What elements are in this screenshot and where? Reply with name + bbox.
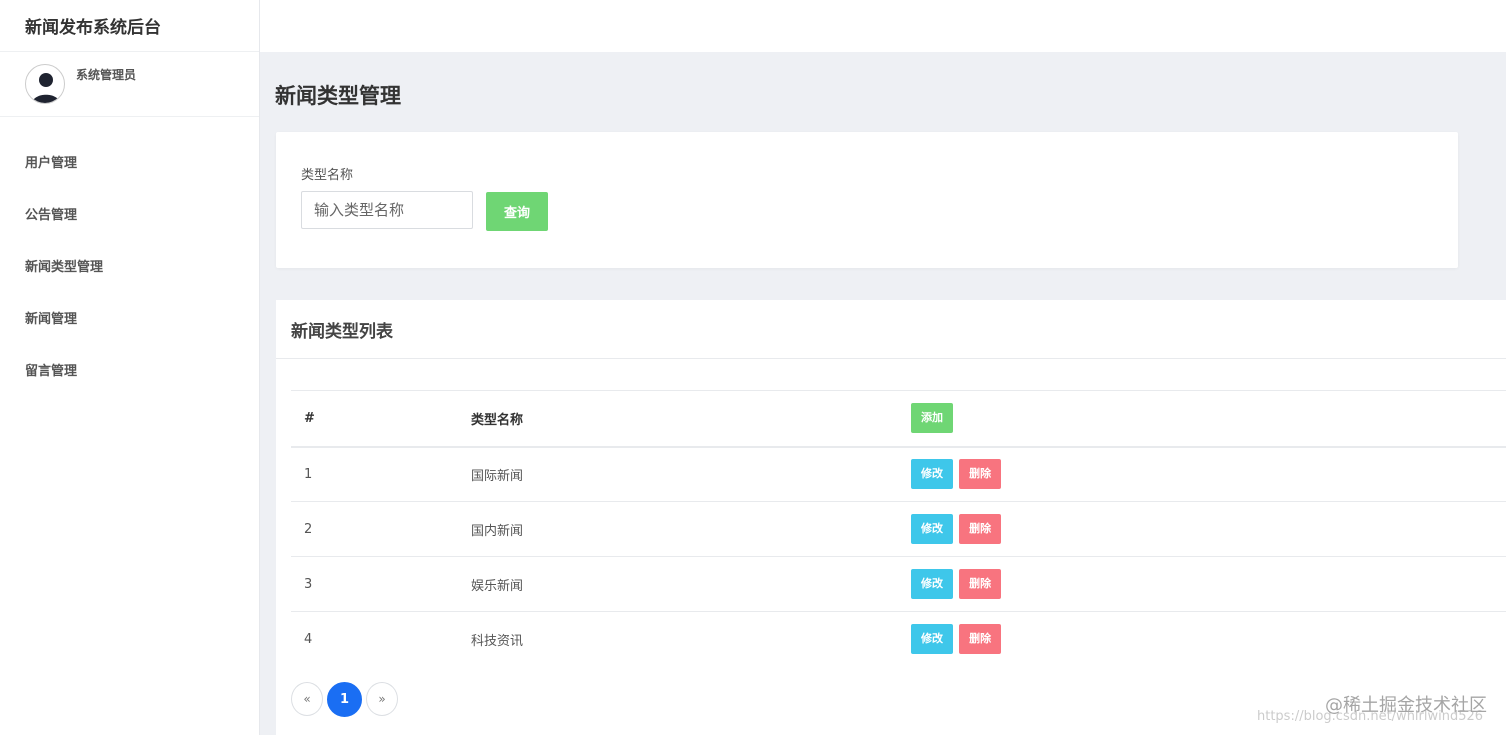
prev-page-button[interactable]: « — [291, 682, 323, 716]
sidebar-item-messages[interactable]: 留言管理 — [0, 343, 259, 395]
delete-button[interactable]: 删除 — [959, 514, 1002, 544]
sidebar: 新闻发布系统后台 系统管理员 用户管理 公告管理 新闻类型管理 新闻管理 留言管… — [0, 0, 260, 735]
table-header-row: # 类型名称 添加 — [291, 390, 1506, 447]
edit-button[interactable]: 修改 — [911, 569, 953, 599]
row-type-name: 娱乐新闻 — [471, 578, 524, 594]
list-title: 新闻类型列表 — [276, 300, 1506, 359]
page-title: 新闻类型管理 — [275, 84, 401, 108]
pagination: « 1 » — [291, 682, 398, 717]
row-index: 1 — [304, 466, 313, 482]
sidebar-menu: 用户管理 公告管理 新闻类型管理 新闻管理 留言管理 — [0, 117, 259, 395]
watermark-url: https://blog.csdn.net/whirlwind526 — [1257, 709, 1484, 724]
user-name: 系统管理员 — [76, 68, 137, 82]
user-panel: 系统管理员 — [0, 52, 259, 117]
edit-button[interactable]: 修改 — [911, 624, 953, 655]
column-header-actions: 添加 — [911, 391, 1506, 447]
add-button[interactable]: 添加 — [911, 403, 953, 434]
edit-button[interactable]: 修改 — [911, 459, 953, 490]
column-header-name: 类型名称 — [471, 412, 524, 428]
row-type-name: 国内新闻 — [471, 523, 524, 539]
table-row: 4 科技资讯 修改 删除 — [291, 612, 1506, 667]
news-type-list-panel: 新闻类型列表 # 类型名称 添加 1 国际新闻 修改 删除 2 国内新闻 修改 … — [276, 300, 1506, 735]
delete-button[interactable]: 删除 — [959, 569, 1002, 599]
row-actions: 修改 删除 — [911, 612, 1506, 667]
row-actions: 修改 删除 — [911, 557, 1506, 612]
sidebar-item-announcements[interactable]: 公告管理 — [0, 187, 259, 239]
top-bar — [260, 0, 1506, 52]
news-type-table: # 类型名称 添加 1 国际新闻 修改 删除 2 国内新闻 修改 删除 3 娱乐… — [291, 390, 1506, 667]
avatar-icon — [25, 64, 65, 104]
row-type-name: 科技资讯 — [471, 633, 524, 649]
row-actions: 修改 删除 — [911, 502, 1506, 557]
table-row: 2 国内新闻 修改 删除 — [291, 502, 1506, 557]
app-title: 新闻发布系统后台 — [0, 0, 259, 52]
sidebar-item-news-types[interactable]: 新闻类型管理 — [0, 239, 259, 291]
current-page-button[interactable]: 1 — [327, 682, 362, 717]
table-row: 3 娱乐新闻 修改 删除 — [291, 557, 1506, 612]
delete-button[interactable]: 删除 — [959, 624, 1002, 655]
row-type-name: 国际新闻 — [471, 468, 524, 484]
query-button[interactable]: 查询 — [486, 192, 548, 231]
search-label: 类型名称 — [301, 168, 354, 183]
type-name-search-input[interactable] — [301, 191, 473, 229]
next-page-button[interactable]: » — [366, 682, 398, 716]
sidebar-item-news[interactable]: 新闻管理 — [0, 291, 259, 343]
row-index: 2 — [304, 521, 313, 537]
row-index: 3 — [304, 576, 313, 592]
search-panel: 类型名称 查询 — [276, 132, 1458, 268]
table-row: 1 国际新闻 修改 删除 — [291, 447, 1506, 502]
edit-button[interactable]: 修改 — [911, 514, 953, 544]
delete-button[interactable]: 删除 — [959, 459, 1002, 490]
sidebar-item-users[interactable]: 用户管理 — [0, 135, 259, 187]
row-actions: 修改 删除 — [911, 447, 1506, 502]
row-index: 4 — [304, 631, 313, 647]
column-header-index: # — [304, 410, 315, 426]
